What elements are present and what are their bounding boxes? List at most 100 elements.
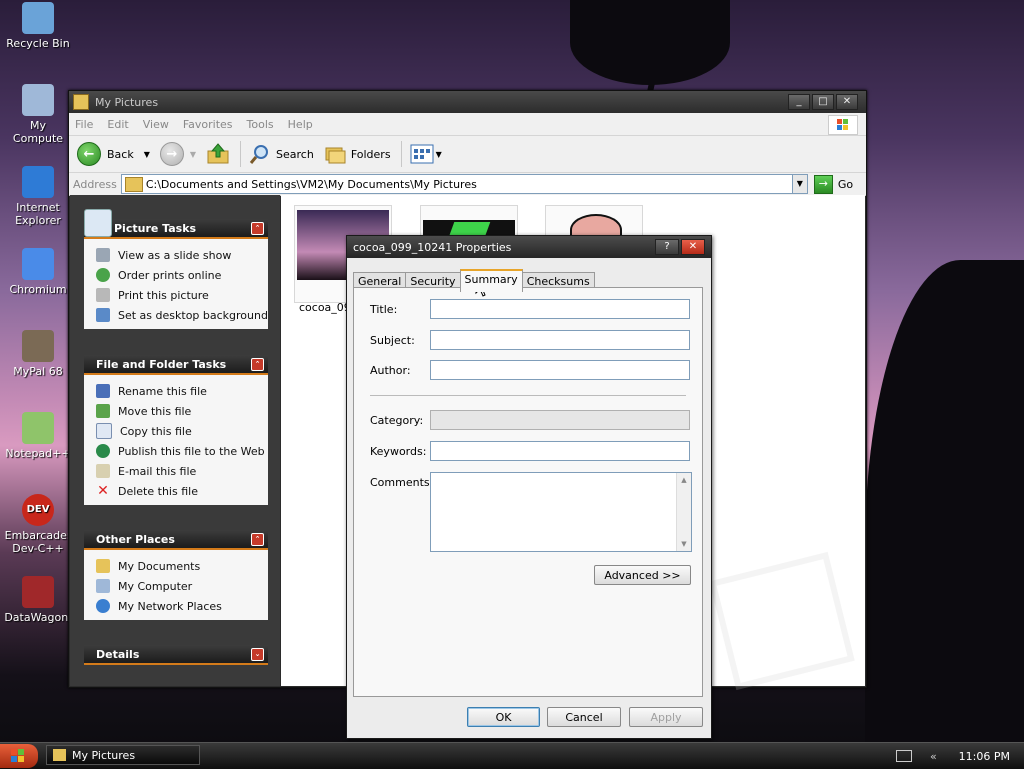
- collapse-icon[interactable]: ⌃: [251, 533, 264, 546]
- other-places-list: My Documents My Computer My Network Plac…: [84, 550, 268, 620]
- desktop-icon-label: DataWagon.: [4, 611, 72, 624]
- taskbar-button-my-pictures[interactable]: My Pictures: [46, 745, 200, 765]
- task-rename-file[interactable]: Rename this file: [96, 381, 268, 401]
- other-places-header[interactable]: Other Places ⌃: [84, 530, 268, 550]
- forward-dropdown-icon[interactable]: ▼: [190, 150, 196, 159]
- search-button[interactable]: Search: [249, 143, 314, 165]
- desktop-icon[interactable]: DataWagon.: [4, 576, 72, 624]
- task-print-picture[interactable]: Print this picture: [96, 285, 268, 305]
- collapse-icon[interactable]: ⌃: [251, 358, 264, 371]
- advanced-button[interactable]: Advanced >>: [594, 565, 691, 585]
- go-button[interactable]: → Go: [813, 174, 853, 194]
- expand-icon[interactable]: ⌄: [251, 648, 264, 661]
- task-move-file[interactable]: Move this file: [96, 401, 268, 421]
- subject-label: Subject:: [370, 334, 415, 347]
- menu-favorites[interactable]: Favorites: [183, 118, 233, 131]
- comments-label: Comments:: [370, 476, 434, 489]
- cancel-button[interactable]: Cancel: [547, 707, 621, 727]
- desktop-background-icon: [96, 308, 110, 322]
- scroll-up-icon[interactable]: ▲: [677, 473, 691, 487]
- clock[interactable]: 11:06 PM: [959, 750, 1010, 763]
- dialog-title-bar[interactable]: cocoa_099_10241 Properties ? ✕: [347, 236, 711, 258]
- address-input[interactable]: C:\Documents and Settings\VM2\My Documen…: [120, 174, 793, 194]
- close-button[interactable]: ✕: [836, 94, 858, 110]
- task-email-file[interactable]: E-mail this file: [96, 461, 268, 481]
- title-label: Title:: [370, 303, 398, 316]
- up-folder-button[interactable]: [206, 142, 230, 166]
- move-icon: [96, 404, 110, 418]
- menu-help[interactable]: Help: [288, 118, 313, 131]
- task-label: View as a slide show: [118, 248, 232, 262]
- desktop-icon[interactable]: Internet Explorer: [4, 166, 72, 227]
- subject-field[interactable]: [430, 330, 690, 350]
- system-tray: « 11:06 PM: [895, 743, 1024, 769]
- task-label: My Documents: [118, 559, 201, 573]
- other-places-panel: Other Places ⌃ My Documents My Computer …: [84, 530, 268, 620]
- file-folder-tasks-list: Rename this file Move this file Copy thi…: [84, 375, 268, 505]
- task-slide-show[interactable]: View as a slide show: [96, 245, 268, 265]
- views-icon: [410, 144, 434, 164]
- toolbar-separator: [400, 141, 402, 167]
- views-button[interactable]: ▼: [410, 144, 442, 164]
- task-order-prints[interactable]: Order prints online: [96, 265, 268, 285]
- scroll-down-icon[interactable]: ▼: [677, 537, 691, 551]
- desktop-icon[interactable]: Recycle Bin: [4, 2, 72, 50]
- collapse-icon[interactable]: ⌃: [251, 222, 264, 235]
- file-folder-tasks-title: File and Folder Tasks: [96, 357, 227, 371]
- keywords-label: Keywords:: [370, 445, 427, 458]
- start-button[interactable]: [0, 744, 38, 768]
- details-title: Details: [96, 647, 140, 661]
- details-panel: Details ⌄: [84, 645, 268, 665]
- desktop-icon[interactable]: Notepad++: [4, 412, 72, 460]
- details-header[interactable]: Details ⌄: [84, 645, 268, 665]
- rename-icon: [96, 384, 110, 398]
- views-dropdown-icon[interactable]: ▼: [436, 150, 442, 159]
- back-dropdown-icon[interactable]: ▼: [144, 150, 150, 159]
- desktop-icon[interactable]: Chromium: [4, 248, 72, 296]
- delete-icon: ✕: [97, 483, 109, 499]
- place-my-network[interactable]: My Network Places: [96, 596, 268, 616]
- menu-view[interactable]: View: [143, 118, 169, 131]
- desktop-icon[interactable]: DEV Embarcader Dev-C++: [4, 494, 72, 555]
- file-folder-tasks-header[interactable]: File and Folder Tasks ⌃: [84, 355, 268, 375]
- address-dropdown-icon[interactable]: ▼: [791, 174, 808, 194]
- menu-edit[interactable]: Edit: [107, 118, 128, 131]
- keywords-field[interactable]: [430, 441, 690, 461]
- desktop-icon-label: Notepad++: [5, 447, 71, 460]
- task-set-background[interactable]: Set as desktop background: [96, 305, 268, 325]
- author-field[interactable]: [430, 360, 690, 380]
- tray-expand-icon[interactable]: «: [930, 750, 937, 763]
- task-delete-file[interactable]: ✕ Delete this file: [96, 481, 268, 501]
- address-value: C:\Documents and Settings\VM2\My Documen…: [145, 177, 477, 191]
- minimize-button[interactable]: _: [788, 94, 810, 110]
- keyboard-icon[interactable]: [895, 750, 912, 762]
- place-my-documents[interactable]: My Documents: [96, 556, 268, 576]
- search-label: Search: [276, 147, 314, 161]
- maximize-button[interactable]: □: [812, 94, 834, 110]
- comments-field[interactable]: ▲ ▼: [430, 472, 692, 552]
- dialog-close-button[interactable]: ✕: [681, 239, 705, 255]
- explorer-title-bar[interactable]: My Pictures _ □ ✕: [69, 91, 866, 113]
- picture-tasks-header[interactable]: Picture Tasks ⌃: [84, 209, 268, 239]
- desktop-icon-label: Embarcader Dev-C++: [4, 529, 72, 555]
- menu-tools[interactable]: Tools: [247, 118, 274, 131]
- task-publish-web[interactable]: Publish this file to the Web: [96, 441, 268, 461]
- task-label: Rename this file: [118, 384, 207, 398]
- help-button[interactable]: ?: [655, 239, 679, 255]
- desktop-icon[interactable]: MyPal 68: [4, 330, 72, 378]
- tab-summary[interactable]: Summary: [459, 269, 523, 292]
- desktop-icon-label: Internet Explorer: [15, 201, 61, 227]
- place-my-computer[interactable]: My Computer: [96, 576, 268, 596]
- file-folder-tasks-panel: File and Folder Tasks ⌃ Rename this file…: [84, 355, 268, 505]
- title-field[interactable]: [430, 299, 690, 319]
- comments-scrollbar[interactable]: ▲ ▼: [676, 473, 691, 551]
- folders-button[interactable]: Folders: [324, 144, 391, 164]
- forward-button[interactable]: → ▼: [159, 142, 196, 166]
- task-label: My Computer: [118, 579, 193, 593]
- desktop-icon[interactable]: My Compute: [4, 84, 72, 145]
- copy-icon: [96, 423, 112, 439]
- task-copy-file[interactable]: Copy this file: [96, 421, 268, 441]
- menu-file[interactable]: File: [75, 118, 93, 131]
- back-button[interactable]: ← Back ▼: [77, 142, 150, 166]
- ok-button[interactable]: OK: [467, 707, 540, 727]
